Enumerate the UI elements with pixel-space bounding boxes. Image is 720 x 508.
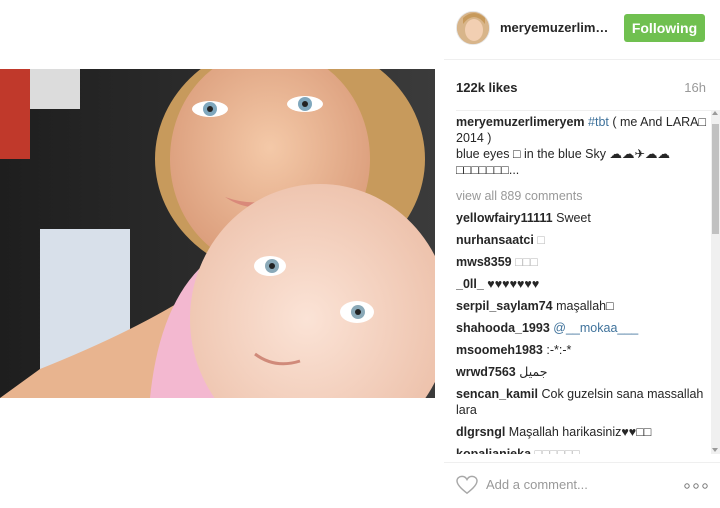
comment-item: yellowfairy11111 Sweet (456, 210, 714, 226)
comment-text: :-*:-* (546, 343, 572, 357)
comment-username[interactable]: mws8359 (456, 255, 512, 269)
scroll-up-arrow-icon[interactable] (712, 111, 718, 115)
comment-text: جميل (519, 365, 548, 379)
comment-username[interactable]: sencan_kamil (456, 387, 538, 401)
scroll-down-arrow-icon[interactable] (712, 448, 718, 452)
comment-item: _0ll_ ♥♥♥♥♥♥♥ (456, 276, 714, 292)
caption: meryemuzerlimeryem #tbt ( me And LARA□ 2… (456, 114, 714, 178)
comment-item: dlgrsngl Maşallah harikasiniz♥♥□□ (456, 424, 714, 440)
comment-item: nurhansaatci □ (456, 232, 714, 248)
caption-username[interactable]: meryemuzerlimeryem (456, 115, 585, 129)
comment-item: serpil_saylam74 maşallah□ (456, 298, 714, 314)
comment-mention[interactable]: @__mokaa___ (553, 321, 638, 335)
comment-text: □ (537, 233, 545, 247)
likes-row: 122k likes 16h (456, 80, 706, 96)
comment-item: kopalianieka □□□□□□ (456, 446, 714, 454)
comment-username[interactable]: yellowfairy11111 (456, 211, 553, 225)
comment-text: □□□□□□ (534, 447, 580, 454)
comment-text: maşallah□ (556, 299, 614, 313)
following-button[interactable]: Following (624, 14, 705, 42)
likes-count[interactable]: 122k likes (456, 80, 517, 95)
photo-image (0, 69, 435, 398)
comment-item: sencan_kamil Cok guzelsin sana massallah… (456, 386, 714, 418)
comment-text: □□□ (515, 255, 538, 269)
comment-username[interactable]: nurhansaatci (456, 233, 534, 247)
comment-item: mws8359 □□□ (456, 254, 714, 270)
caption-hashtag[interactable]: #tbt (588, 115, 609, 129)
post-header: meryemuzerlime... Following (444, 0, 720, 60)
post-age[interactable]: 16h (684, 80, 706, 95)
comments-scrollbar[interactable] (711, 110, 720, 454)
scrollbar-thumb[interactable] (712, 124, 719, 234)
comment-text: Sweet (556, 211, 591, 225)
comment-username[interactable]: dlgrsngl (456, 425, 505, 439)
add-comment-input[interactable] (486, 477, 666, 492)
profile-avatar[interactable] (456, 11, 490, 45)
caption-line-2: blue eyes □ in the blue Sky ☁☁✈☁☁ (456, 147, 670, 161)
more-options-icon[interactable] (684, 483, 708, 489)
comment-username[interactable]: shahooda_1993 (456, 321, 550, 335)
caption-line-3: □□□□□□□... (456, 163, 520, 177)
comment-username[interactable]: kopalianieka (456, 447, 531, 454)
comment-username[interactable]: msoomeh1983 (456, 343, 543, 357)
view-all-comments-link[interactable]: view all 889 comments (456, 188, 714, 204)
comment-username[interactable]: _0ll_ (456, 277, 484, 291)
heart-icon[interactable] (456, 475, 478, 495)
comments-list[interactable]: meryemuzerlimeryem #tbt ( me And LARA□ 2… (456, 110, 714, 454)
comment-item: wrwd7563 جميل (456, 364, 714, 380)
comment-item: msoomeh1983 :-*:-* (456, 342, 714, 358)
post-side-panel: meryemuzerlime... Following 122k likes 1… (444, 0, 720, 508)
comment-item: shahooda_1993 @__mokaa___ (456, 320, 714, 336)
comment-text: ♥♥♥♥♥♥♥ (487, 277, 540, 291)
comment-text: Maşallah harikasiniz♥♥□□ (508, 425, 652, 439)
username-link[interactable]: meryemuzerlime... (500, 20, 610, 35)
comment-username[interactable]: wrwd7563 (456, 365, 516, 379)
post-actions (444, 462, 720, 508)
post-photo[interactable] (0, 69, 435, 398)
comment-username[interactable]: serpil_saylam74 (456, 299, 553, 313)
